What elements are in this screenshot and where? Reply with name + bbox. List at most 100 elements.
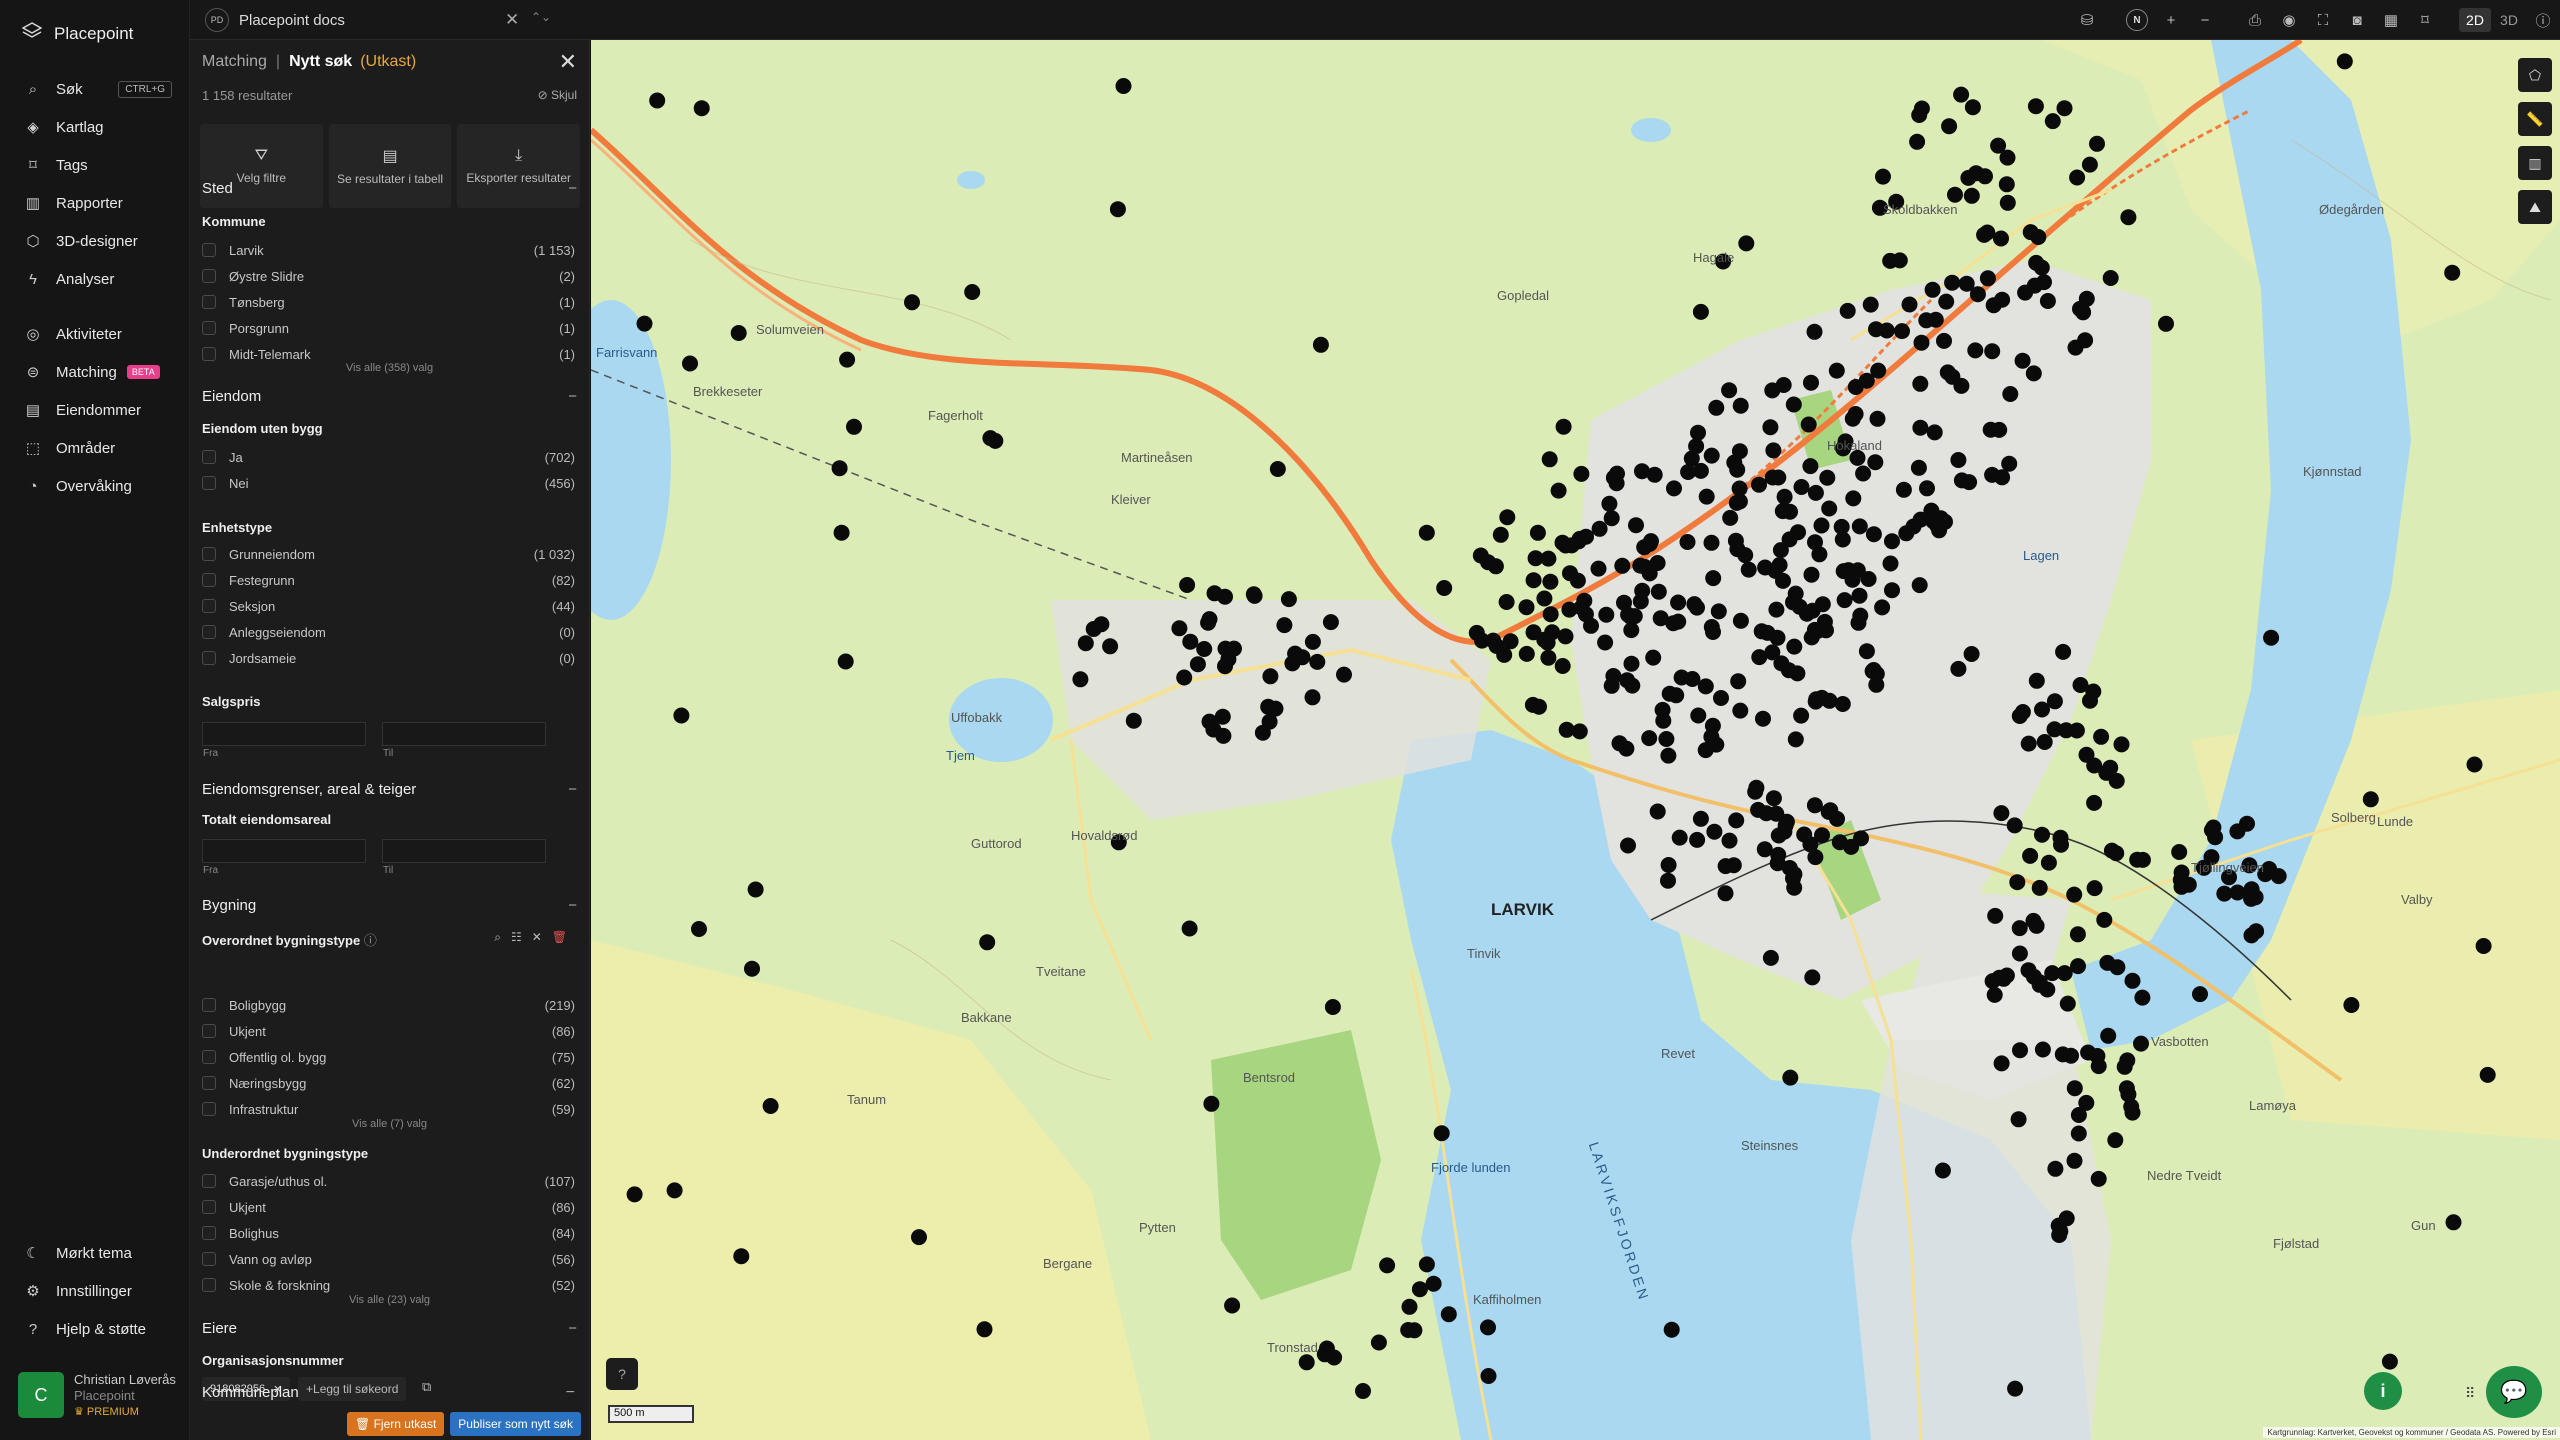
- bookmark-icon[interactable]: ⌑: [2408, 0, 2442, 40]
- zoom-in-icon[interactable]: +: [2154, 0, 2188, 40]
- result-marker[interactable]: [1781, 531, 1798, 548]
- result-marker[interactable]: [1542, 606, 1559, 623]
- copy-icon[interactable]: ⧉: [422, 1379, 431, 1395]
- checkbox[interactable]: [202, 1226, 216, 1240]
- result-marker[interactable]: [1525, 624, 1542, 641]
- document-tab[interactable]: PD Placepoint docs ✕ ⌃⌄: [205, 6, 551, 34]
- result-marker[interactable]: [2026, 277, 2043, 294]
- result-marker[interactable]: [1912, 375, 1929, 392]
- result-marker[interactable]: [2343, 997, 2360, 1013]
- result-marker[interactable]: [1634, 582, 1651, 599]
- checkbox-option[interactable]: Festegrunn (82): [202, 570, 575, 590]
- result-marker[interactable]: [1950, 660, 1967, 677]
- result-marker[interactable]: [1224, 1297, 1241, 1314]
- collapse-icon[interactable]: −: [568, 388, 577, 405]
- checkbox-option[interactable]: Næringsbygg (62): [202, 1073, 575, 1093]
- checkbox[interactable]: [202, 243, 216, 257]
- result-marker[interactable]: [1813, 517, 1830, 534]
- result-marker[interactable]: [2058, 722, 2075, 739]
- checkbox-option[interactable]: Ja (702): [202, 447, 575, 467]
- result-marker[interactable]: [2078, 1094, 2095, 1111]
- result-marker[interactable]: [839, 351, 856, 368]
- close-icon[interactable]: ✕: [505, 10, 519, 30]
- result-marker[interactable]: [2022, 847, 2039, 864]
- result-marker[interactable]: [1806, 621, 1823, 638]
- result-marker[interactable]: [1950, 452, 1967, 468]
- result-marker[interactable]: [2051, 1227, 2068, 1243]
- nav-item-help[interactable]: ? Hjelp & støtte: [0, 1313, 190, 1345]
- result-marker[interactable]: [1993, 1055, 2010, 1072]
- eye-icon[interactable]: ◉: [2272, 0, 2306, 40]
- result-marker[interactable]: [1793, 479, 1810, 495]
- result-marker[interactable]: [666, 1182, 683, 1199]
- result-marker[interactable]: [2229, 884, 2246, 901]
- result-marker[interactable]: [1433, 1125, 1450, 1142]
- mode-2d-button[interactable]: 2D: [2458, 0, 2492, 40]
- layers-stack-icon[interactable]: ⛁: [2070, 0, 2104, 40]
- result-marker[interactable]: [2070, 1125, 2087, 1142]
- result-marker[interactable]: [2012, 1042, 2028, 1059]
- collapse-icon[interactable]: −: [566, 1384, 575, 1402]
- result-marker[interactable]: [1865, 526, 1882, 543]
- result-marker[interactable]: [1870, 362, 1887, 379]
- result-marker[interactable]: [2090, 1170, 2107, 1187]
- result-marker[interactable]: [1913, 334, 1930, 351]
- draw-area-button[interactable]: ⬠: [2518, 58, 2552, 92]
- result-marker[interactable]: [1670, 594, 1687, 611]
- result-marker[interactable]: [1926, 424, 1943, 441]
- search-icon[interactable]: ⌕: [494, 930, 501, 945]
- result-marker[interactable]: [1821, 500, 1838, 517]
- result-marker[interactable]: [1703, 619, 1720, 635]
- result-marker[interactable]: [1852, 607, 1869, 624]
- result-marker[interactable]: [1541, 451, 1558, 468]
- result-marker[interactable]: [833, 524, 850, 541]
- collapse-icon[interactable]: −: [568, 897, 577, 914]
- result-marker[interactable]: [2124, 1104, 2141, 1121]
- result-marker[interactable]: [1309, 653, 1326, 670]
- result-marker[interactable]: [1436, 580, 1453, 596]
- result-marker[interactable]: [2239, 815, 2255, 832]
- result-marker[interactable]: [1536, 590, 1553, 607]
- result-marker[interactable]: [1077, 635, 1094, 652]
- result-marker[interactable]: [693, 100, 710, 117]
- result-marker[interactable]: [1499, 509, 1516, 526]
- result-marker[interactable]: [1085, 621, 1102, 637]
- result-marker[interactable]: [1753, 623, 1770, 640]
- result-marker[interactable]: [1196, 641, 1213, 657]
- result-marker[interactable]: [1776, 488, 1793, 505]
- result-marker[interactable]: [1740, 561, 1757, 578]
- result-marker[interactable]: [2066, 1080, 2083, 1097]
- checkbox-option[interactable]: Anleggseiendom (0): [202, 622, 575, 642]
- result-marker[interactable]: [1722, 509, 1739, 526]
- result-marker[interactable]: [1440, 1306, 1457, 1323]
- result-marker[interactable]: [2102, 270, 2119, 286]
- result-marker[interactable]: [1658, 731, 1675, 747]
- result-marker[interactable]: [1679, 534, 1696, 550]
- checkbox-option[interactable]: Larvik (1 153): [202, 240, 575, 260]
- result-marker[interactable]: [1125, 712, 1142, 729]
- result-marker[interactable]: [911, 1229, 927, 1246]
- result-marker[interactable]: [831, 460, 848, 477]
- result-marker[interactable]: [2133, 1035, 2149, 1052]
- result-marker[interactable]: [1979, 270, 1996, 287]
- checkbox-option[interactable]: Offentlig ol. bygg (75): [202, 1047, 575, 1067]
- profile-button[interactable]: ⛰: [2518, 190, 2552, 224]
- checkbox[interactable]: [202, 547, 216, 561]
- result-marker[interactable]: [1967, 342, 1984, 359]
- section-eiendom[interactable]: Eiendom −: [202, 388, 577, 405]
- result-marker[interactable]: [2089, 135, 2105, 152]
- result-marker[interactable]: [2066, 1152, 2083, 1169]
- view-all-link[interactable]: Vis alle (23) valg: [190, 1294, 589, 1306]
- result-marker[interactable]: [2058, 1210, 2075, 1227]
- result-marker[interactable]: [1938, 293, 1955, 310]
- result-marker[interactable]: [2134, 851, 2151, 868]
- result-marker[interactable]: [2031, 879, 2048, 896]
- result-marker[interactable]: [1217, 658, 1233, 675]
- result-marker[interactable]: [2089, 1048, 2106, 1064]
- result-marker[interactable]: [1618, 740, 1635, 757]
- result-marker[interactable]: [2124, 972, 2141, 989]
- statistics-button[interactable]: ▥: [2518, 146, 2552, 180]
- result-marker[interactable]: [1269, 461, 1286, 477]
- result-marker[interactable]: [1808, 691, 1825, 708]
- result-marker[interactable]: [1731, 493, 1748, 510]
